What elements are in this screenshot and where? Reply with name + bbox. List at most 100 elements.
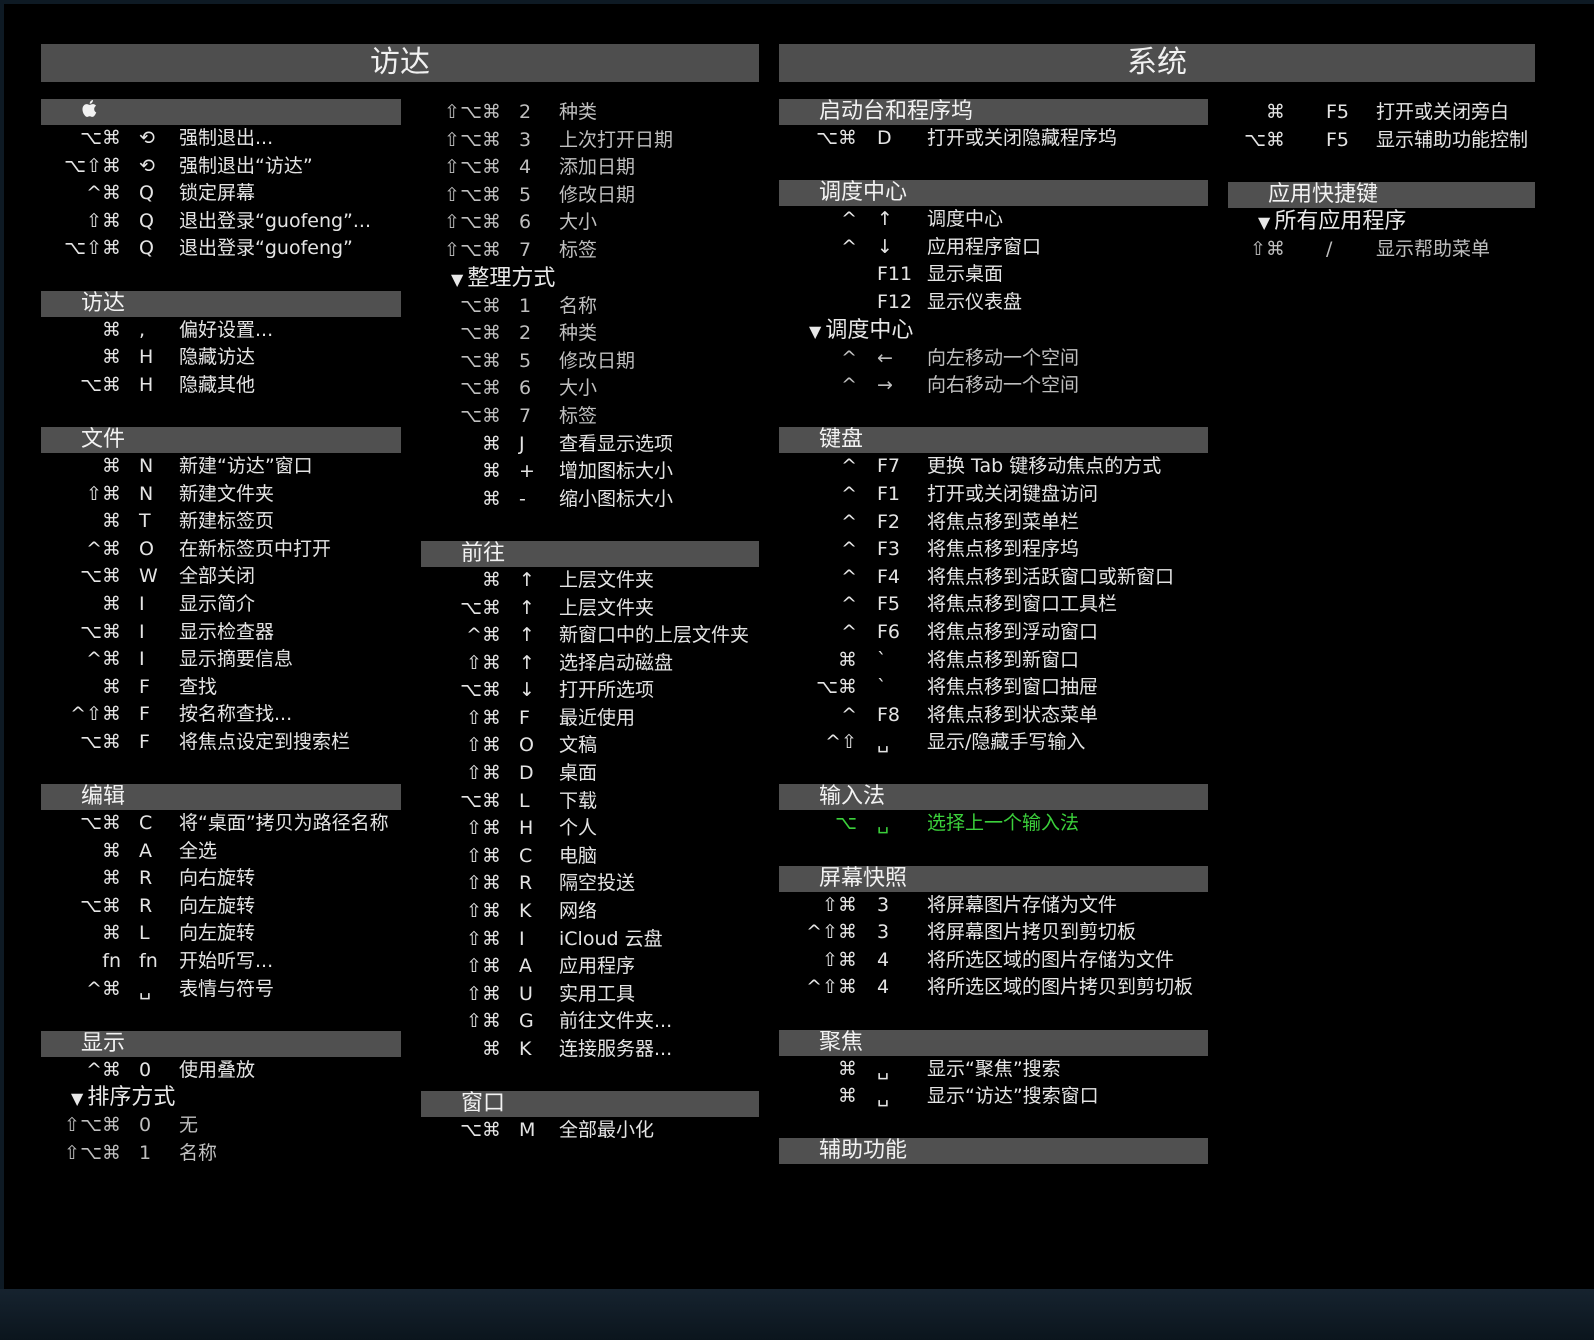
shortcut-key: 3 — [877, 921, 890, 944]
section-header-label: 屏幕快照 — [819, 865, 908, 891]
shortcut-action: 按名称查找... — [179, 703, 293, 726]
shortcut-key: F8 — [877, 703, 901, 726]
shortcut-row: ⇧⌘ N 新建文件夹 — [41, 481, 401, 509]
shortcut-key: F2 — [877, 510, 901, 533]
shortcut-row: ⇧⌥⌘ 3 上次打开日期 — [421, 127, 759, 155]
modifier-keys: ⇧⌘ — [466, 651, 501, 674]
shortcut-key: 7 — [519, 404, 532, 427]
modifier-keys: ⌥⌘ — [80, 127, 121, 149]
shortcut-row: ⌘ N 新建“访达”窗口 — [41, 453, 401, 481]
modifier-keys: ⌥⌘ — [460, 377, 501, 400]
shortcut-row: ^⌘ ↑ 新窗口中的上层文件夹 — [421, 622, 759, 650]
modifier-keys: ⇧⌥⌘ — [64, 1142, 121, 1164]
shortcut-key: I — [139, 620, 145, 643]
modifier-keys: ⇧⌘ — [466, 762, 501, 785]
shortcut-key: F12 — [877, 290, 913, 313]
shortcut-key: F4 — [877, 565, 901, 588]
shortcut-action: 向右旋转 — [179, 867, 256, 890]
shortcut-action: 向右移动一个空间 — [927, 374, 1080, 397]
shortcut-key: ␣ — [877, 731, 890, 754]
modifier-keys: ⌘ — [838, 1085, 857, 1108]
shortcut-key: → — [877, 374, 893, 397]
section-header: 编辑 — [41, 784, 401, 811]
desktop-background — [0, 1289, 1594, 1340]
shortcut-row: ⌥⌘ ↑ 上层文件夹 — [421, 595, 759, 623]
shortcut-action: 连接服务器... — [559, 1038, 673, 1060]
section-header-label: 文件 — [81, 426, 126, 452]
shortcut-row: ⌘ H 隐藏访达 — [41, 344, 401, 372]
shortcut-action: 新建标签页 — [179, 510, 275, 533]
shortcut-row: ⌘ F5 打开或关闭旁白 — [1228, 99, 1535, 127]
modifier-keys: ⌘ — [102, 675, 121, 698]
modifier-keys: ⌥⌘ — [80, 812, 121, 835]
shortcut-key: ` — [877, 676, 887, 699]
section-header — [41, 99, 401, 125]
shortcut-key: ↓ — [877, 235, 893, 258]
shortcut-row: ^⇧⌘ 4 将所选区域的图片拷贝到剪切板 — [779, 974, 1208, 1002]
column-system-1: 启动台和程序坞 ⌥⌘ D 打开或关闭隐藏程序坞 调度中心 ^ ↑ 调度中心 ^ ↓ 应用程序窗口 F1… — [779, 99, 1208, 1165]
modifier-keys: ⇧⌥⌘ — [444, 183, 501, 206]
modifier-keys: ⇧⌘ — [86, 209, 121, 232]
shortcut-action: 将“桌面”拷贝为路径名称 — [179, 812, 389, 835]
shortcut-action: 名称 — [179, 1142, 218, 1164]
shortcut-key: 1 — [519, 294, 532, 317]
shortcut-action: 更换 Tab 键移动焦点的方式 — [927, 455, 1162, 478]
modifier-keys: ⇧⌘ — [466, 1010, 501, 1033]
modifier-keys: ⌥⌘ — [1244, 128, 1285, 151]
modifier-keys: ^⇧⌘ — [70, 703, 121, 726]
shortcut-action: 应用程序窗口 — [927, 235, 1042, 258]
shortcut-row: ^ F1 打开或关闭键盘访问 — [779, 481, 1208, 509]
shortcut-key: 2 — [519, 322, 532, 345]
shortcut-row: ⇧⌘ A 应用程序 — [421, 953, 759, 981]
section-header: 窗口 — [421, 1091, 759, 1118]
section-header: 辅助功能 — [779, 1138, 1208, 1165]
shortcut-row: ⌥⌘ M 全部最小化 — [421, 1117, 759, 1145]
modifier-keys: ⇧⌥⌘ — [444, 128, 501, 151]
shortcut-row: ^⌘ I 显示摘要信息 — [41, 646, 401, 674]
section-header-label: 调度中心 — [819, 180, 908, 206]
shortcut-row: ⌥⇧⌘ Q 退出登录“guofeng” — [41, 235, 401, 263]
modifier-keys: ⌘ — [102, 510, 121, 533]
shortcut-row: ⌥⌘ 6 大小 — [421, 375, 759, 403]
section-header-label: 前往 — [461, 540, 506, 566]
shortcut-row: ⇧⌘ 3 将屏幕图片存储为文件 — [779, 892, 1208, 920]
shortcut-key: 3 — [519, 128, 532, 151]
shortcut-key: F5 — [877, 593, 901, 616]
shortcut-action: 强制退出... — [179, 127, 274, 149]
modifier-keys: ⇧⌘ — [822, 893, 857, 916]
shortcut-key: 6 — [519, 211, 532, 234]
shortcut-row: ⇧⌘ U 实用工具 — [421, 981, 759, 1009]
shortcut-row: ^⌘ O 在新标签页中打开 — [41, 536, 401, 564]
shortcut-key: ␣ — [877, 812, 890, 835]
shortcut-row: ⌘ T 新建标签页 — [41, 508, 401, 536]
shortcut-action: 显示辅助功能控制 — [1376, 128, 1529, 151]
shortcut-action: 打开或关闭隐藏程序坞 — [927, 127, 1118, 149]
shortcut-row: ⌥⌘ F 将焦点设定到搜索栏 — [41, 729, 401, 757]
modifier-keys: ^⌘ — [466, 624, 501, 647]
shortcut-key: / — [1326, 237, 1333, 260]
section-header-label: 显示 — [81, 1030, 126, 1056]
shortcut-key: R — [139, 894, 153, 917]
shortcut-action: 显示桌面 — [927, 263, 1004, 286]
shortcut-key: N — [139, 482, 154, 505]
shortcut-key: 7 — [519, 238, 532, 261]
shortcut-key: F — [139, 675, 150, 698]
modifier-keys: ⌥⌘ — [80, 894, 121, 917]
shortcut-key: T — [139, 510, 151, 533]
shortcut-action: 新建文件夹 — [179, 482, 275, 505]
shortcut-row: ⇧⌘ R 隔空投送 — [421, 870, 759, 898]
shortcut-key: F5 — [1326, 128, 1350, 151]
shortcut-key: ↑ — [519, 596, 535, 619]
shortcut-action: 向左旋转 — [179, 922, 256, 945]
modifier-keys: ^ — [841, 455, 857, 478]
shortcut-row: ⌘ ↑ 上层文件夹 — [421, 567, 759, 595]
apple-logo-icon — [81, 99, 97, 125]
shortcut-row: ⌘, 偏好设置... — [41, 317, 401, 345]
shortcut-key: 5 — [519, 183, 532, 206]
shortcut-action: 新窗口中的上层文件夹 — [559, 624, 750, 647]
shortcut-row: ^ ↓ 应用程序窗口 — [779, 234, 1208, 262]
shortcut-key: ␣ — [139, 977, 152, 1000]
modifier-keys: ^⇧⌘ — [806, 976, 857, 999]
shortcut-action: 将焦点移到窗口抽屉 — [927, 676, 1099, 699]
